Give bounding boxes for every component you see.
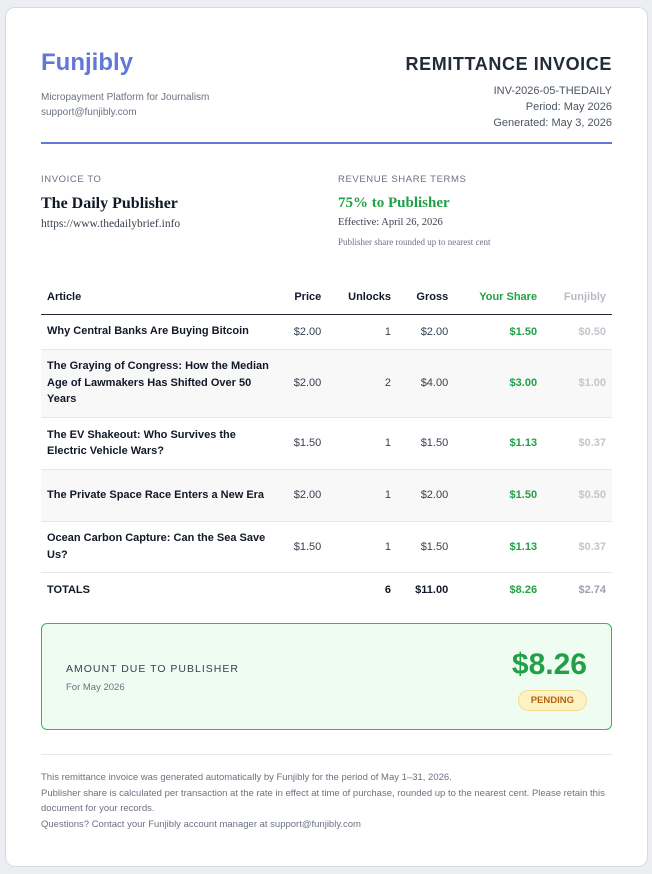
table-row: Why Central Banks Are Buying Bitcoin $2.… xyxy=(41,314,612,350)
article-unlocks: 1 xyxy=(327,521,397,573)
col-header-unlocks: Unlocks xyxy=(327,281,397,315)
article-publisher-share: $1.13 xyxy=(454,417,544,470)
article-unlocks: 1 xyxy=(327,314,397,350)
invoice-generated-date: Generated: May 3, 2026 xyxy=(493,117,612,129)
table-row: The Private Space Race Enters a New Era … xyxy=(41,469,612,522)
brand-email: support@funjibly.com xyxy=(41,107,137,118)
article-publisher-share: $1.50 xyxy=(454,314,544,350)
article-title: The Graying of Congress: How the Median … xyxy=(41,349,277,418)
article-funjibly-fee: $0.50 xyxy=(543,469,612,522)
footer-calculation-note: Publisher share is calculated per transa… xyxy=(41,787,605,815)
invoice-period: Period: May 2026 xyxy=(525,101,612,113)
terms-effective-date: Effective: April 26, 2026 xyxy=(338,217,443,228)
col-header-article: Article xyxy=(41,281,277,315)
totals-unlocks: 6 xyxy=(384,584,391,597)
totals-price-empty xyxy=(277,572,327,608)
article-price: $2.00 xyxy=(277,314,328,350)
footer-generated-note: This remittance invoice was generated au… xyxy=(41,772,452,783)
article-funjibly-fee: $0.37 xyxy=(543,521,612,573)
totals-label: TOTALS xyxy=(47,584,90,597)
article-gross: $1.50 xyxy=(396,521,455,573)
totals-row: TOTALS 6 $11.00 $8.26 $2.74 xyxy=(41,572,612,608)
footer-contact-note: Questions? Contact your Funjibly account… xyxy=(41,818,361,830)
terms-rounding-note: Publisher share rounded up to nearest ce… xyxy=(338,237,491,247)
article-gross: $2.00 xyxy=(396,314,455,350)
article-price: $2.00 xyxy=(277,349,328,418)
totals-gross: $11.00 xyxy=(415,584,449,597)
amount-due-period: For May 2026 xyxy=(66,682,125,693)
col-header-gross: Gross xyxy=(396,281,455,315)
article-title: The EV Shakeout: Who Survives the Electr… xyxy=(41,417,277,470)
invoice-header: Funjibly Micropayment Platform for Journ… xyxy=(41,46,612,144)
table-row: The Graying of Congress: How the Median … xyxy=(41,349,612,418)
article-unlocks: 1 xyxy=(327,417,397,470)
brand-tagline: Micropayment Platform for Journalism xyxy=(41,92,210,103)
invoice-number: INV-2026-05-THEDAILY xyxy=(493,85,612,97)
article-price: $2.00 xyxy=(277,469,328,522)
totals-funjibly-fee: $2.74 xyxy=(578,584,606,597)
article-gross: $2.00 xyxy=(396,469,455,522)
publisher-name: The Daily Publisher xyxy=(41,195,178,212)
article-publisher-share: $1.50 xyxy=(454,469,544,522)
article-unlocks: 2 xyxy=(327,349,397,418)
invoice-footer: This remittance invoice was generated au… xyxy=(41,754,612,832)
amount-due-label: AMOUNT DUE TO PUBLISHER xyxy=(66,663,239,675)
totals-publisher-share: $8.26 xyxy=(509,584,538,597)
table-row: The EV Shakeout: Who Survives the Electr… xyxy=(41,417,612,470)
col-header-price: Price xyxy=(277,281,328,315)
col-header-your-share: Your Share xyxy=(454,281,544,315)
publisher-url: https://www.thedailybrief.info xyxy=(41,218,181,230)
article-gross: $1.50 xyxy=(396,417,455,470)
article-publisher-share: $1.13 xyxy=(454,521,544,573)
article-gross: $4.00 xyxy=(396,349,455,418)
line-items-table: Article Price Unlocks Gross Your Share F… xyxy=(41,281,612,608)
article-publisher-share: $3.00 xyxy=(454,349,544,418)
invoice-to-label: INVOICE TO xyxy=(41,174,102,185)
article-title: The Private Space Race Enters a New Era xyxy=(41,469,277,522)
article-funjibly-fee: $0.37 xyxy=(543,417,612,470)
article-title: Ocean Carbon Capture: Can the Sea Save U… xyxy=(41,521,277,573)
amount-due-panel: AMOUNT DUE TO PUBLISHER For May 2026 $8.… xyxy=(41,623,612,730)
col-header-funjibly: Funjibly xyxy=(543,281,612,315)
table-header-row: Article Price Unlocks Gross Your Share F… xyxy=(41,281,612,315)
article-unlocks: 1 xyxy=(327,469,397,522)
status-badge: PENDING xyxy=(517,690,587,711)
article-funjibly-fee: $0.50 xyxy=(543,314,612,350)
article-price: $1.50 xyxy=(277,521,328,573)
invoice-card: Funjibly Micropayment Platform for Journ… xyxy=(5,7,648,867)
revenue-share-rate: 75% to Publisher xyxy=(338,195,450,211)
revenue-terms-label: REVENUE SHARE TERMS xyxy=(338,174,467,185)
amount-due-value: $8.26 xyxy=(511,648,587,681)
table-row: Ocean Carbon Capture: Can the Sea Save U… xyxy=(41,521,612,573)
article-title: Why Central Banks Are Buying Bitcoin xyxy=(41,314,277,350)
article-funjibly-fee: $1.00 xyxy=(543,349,612,418)
article-price: $1.50 xyxy=(277,417,328,470)
brand-logo-text: Funjibly xyxy=(41,49,133,76)
invoice-title: REMITTANCE INVOICE xyxy=(405,54,612,74)
